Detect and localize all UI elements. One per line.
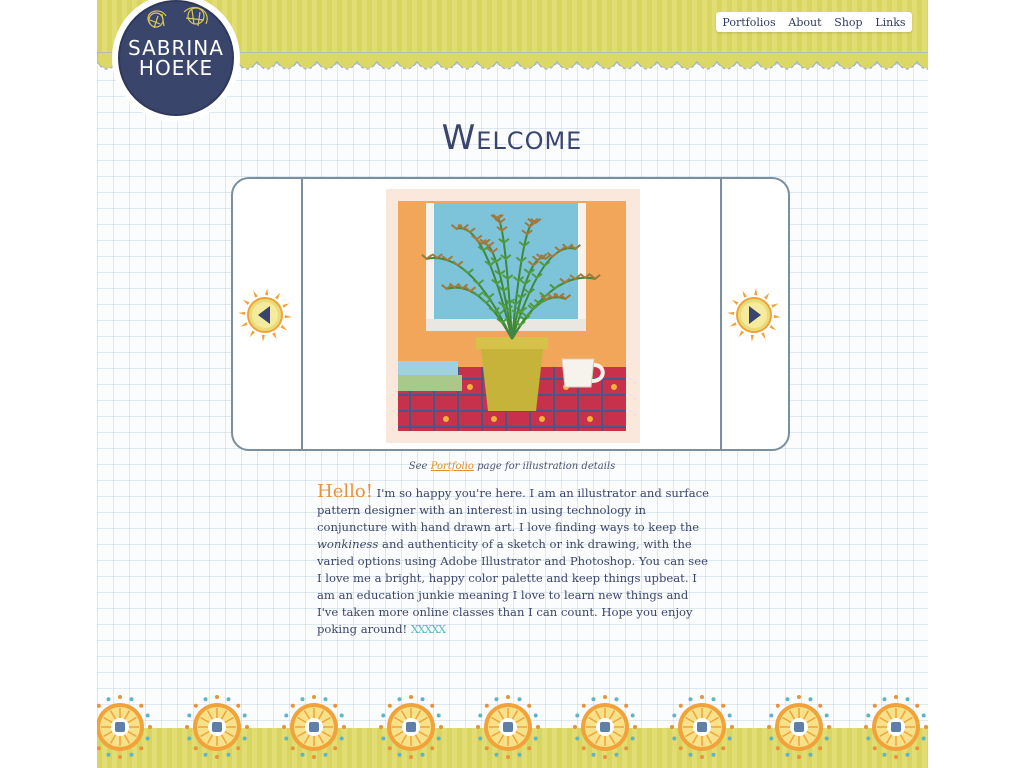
logo-badge: SABRINA HOEKE — [118, 0, 234, 116]
nav-portfolios[interactable]: Portfolios — [722, 16, 775, 29]
footer-flower-icon — [97, 695, 152, 759]
slider-left-panel — [233, 179, 303, 449]
slider-right-panel — [720, 179, 788, 449]
page-title: Welcome — [441, 118, 583, 158]
logo-line-1: SABRINA — [128, 36, 224, 60]
intro-text-part2: and authenticity of a sketch or ink draw… — [317, 537, 708, 636]
right-arrow-sun-icon[interactable] — [722, 287, 782, 343]
nav-about[interactable]: About — [788, 16, 821, 29]
intro-text-part1: I'm so happy you're here. I am an illust… — [317, 486, 709, 534]
footer-flower-icon — [476, 695, 540, 759]
hello-greeting: Hello! — [317, 481, 373, 502]
logo-line-2: HOEKE — [138, 56, 214, 80]
footer-flower-icon — [670, 695, 734, 759]
footer-flower-icon — [767, 695, 831, 759]
portfolio-link[interactable]: Portfolio — [431, 461, 474, 472]
site-logo[interactable]: SABRINA HOEKE — [114, 0, 238, 120]
intro-emphasis: wonkiness — [317, 537, 379, 551]
footer-flower-icon — [573, 695, 637, 759]
footer-flower-icon — [185, 695, 249, 759]
footer-flower-icon — [282, 695, 346, 759]
image-slider — [231, 177, 790, 451]
caption-text-after: page for illustration details — [473, 461, 616, 472]
cross-stitch-decoration: XXXXX — [410, 623, 446, 636]
left-arrow-sun-icon[interactable] — [237, 287, 297, 343]
slide-plant-illustration — [386, 189, 640, 443]
slider-caption: See Portfolio page for illustration deta… — [0, 461, 1024, 472]
footer-flower-icon — [864, 695, 928, 759]
logo-text: SABRINA HOEKE — [120, 38, 232, 78]
nav-shop[interactable]: Shop — [834, 16, 862, 29]
nav-links[interactable]: Links — [875, 16, 905, 29]
caption-text-before: See — [408, 461, 431, 472]
footer-flower-icon — [379, 695, 443, 759]
footer-band — [97, 690, 928, 768]
main-nav: Portfolios About Shop Links — [716, 12, 912, 32]
intro-paragraph: Hello! I'm so happy you're here. I am an… — [317, 483, 709, 638]
